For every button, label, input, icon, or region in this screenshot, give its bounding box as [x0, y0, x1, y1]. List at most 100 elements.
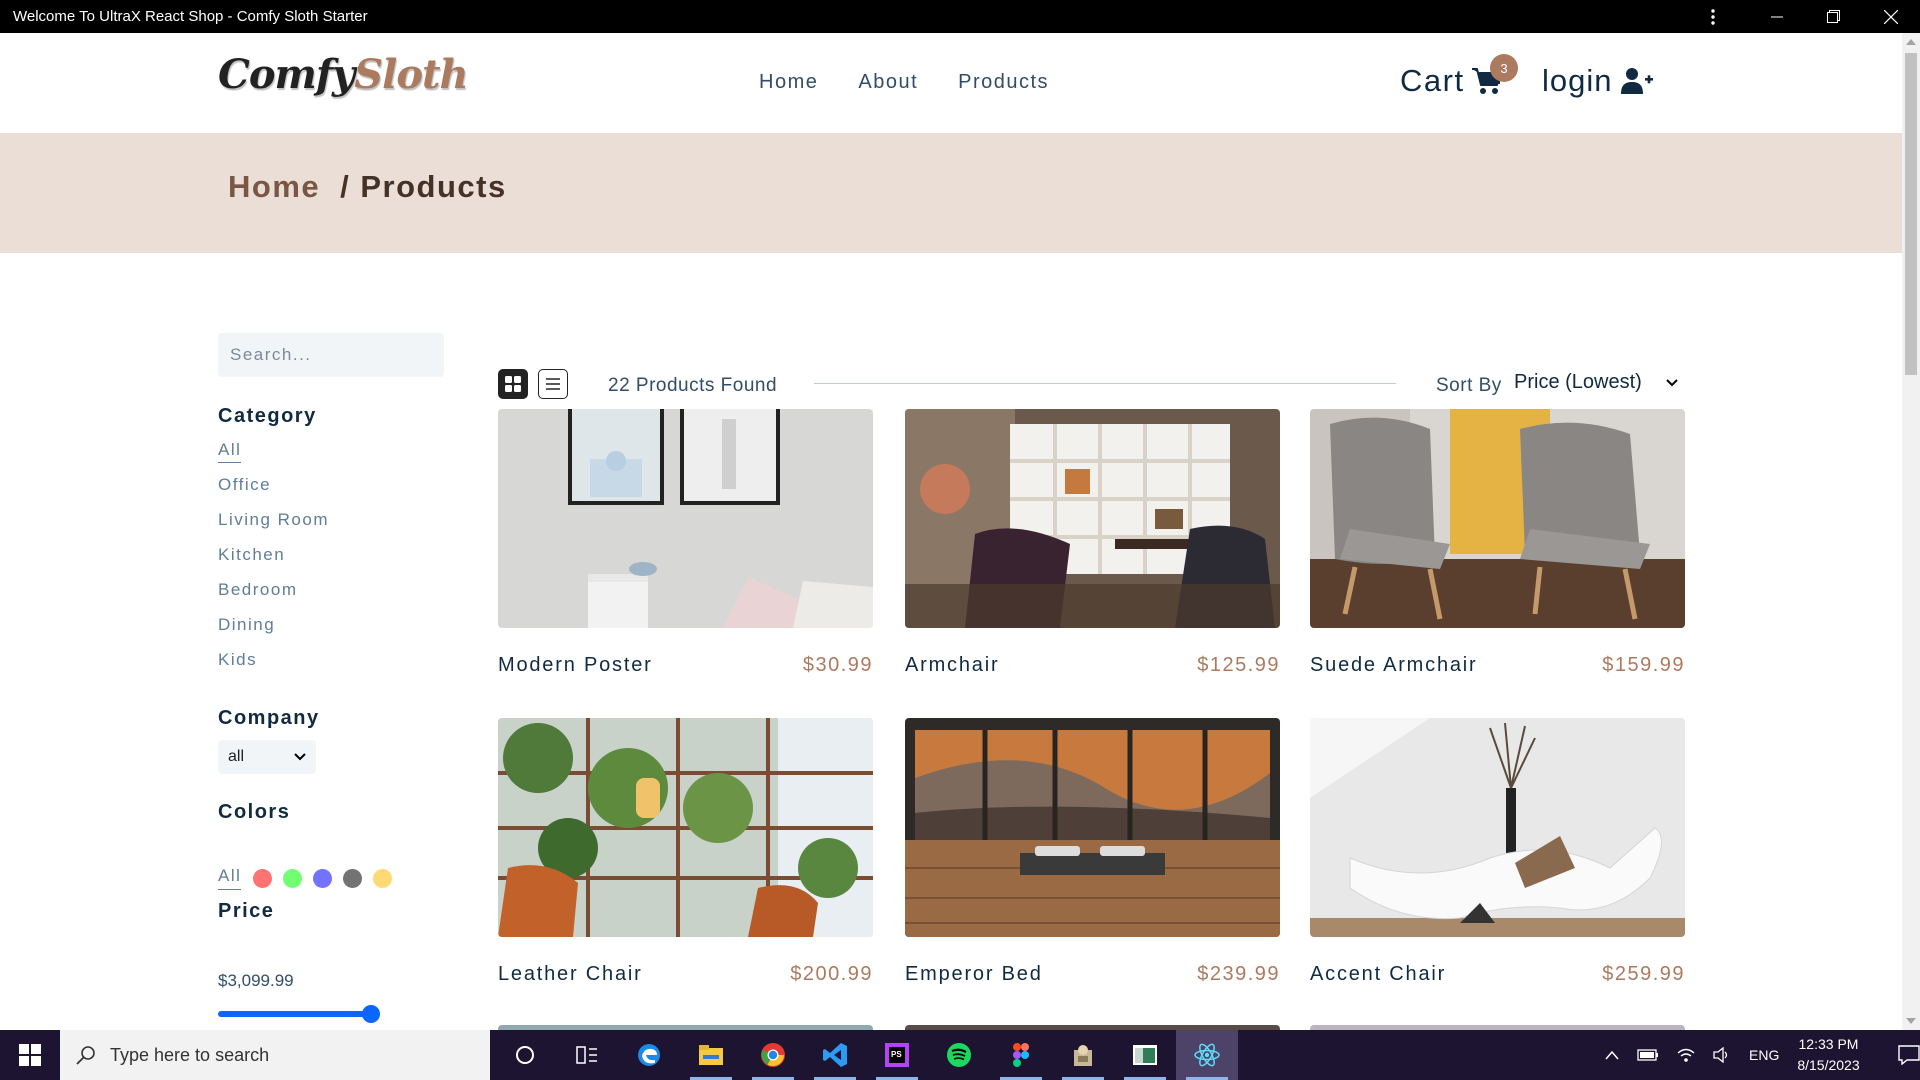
- restore-icon[interactable]: [1810, 0, 1856, 33]
- nav-link-products[interactable]: Products: [958, 71, 1049, 94]
- sort-select[interactable]: Price (Lowest): [1514, 371, 1678, 394]
- battery-icon[interactable]: [1637, 1048, 1659, 1062]
- color-swatch-yellow[interactable]: [373, 868, 393, 888]
- user-plus-icon: [1620, 67, 1653, 95]
- react-icon[interactable]: [1176, 1030, 1238, 1080]
- phpstorm-icon[interactable]: PS: [866, 1030, 928, 1080]
- terminal-icon[interactable]: [1114, 1030, 1176, 1080]
- language-indicator[interactable]: ENG: [1749, 1047, 1779, 1063]
- page-hero: Home / Products: [0, 133, 1902, 253]
- category-kids[interactable]: Kids: [218, 649, 329, 684]
- color-swatch-green[interactable]: [283, 868, 303, 888]
- cart-label: Cart: [1400, 63, 1465, 98]
- app-icon[interactable]: [1052, 1030, 1114, 1080]
- clock-time: 12:33 PM: [1798, 1036, 1859, 1052]
- product-card[interactable]: Leather Chair $200.99: [498, 718, 873, 986]
- sort-label: Sort By: [1436, 375, 1502, 396]
- color-filter: All: [218, 866, 403, 890]
- vscode-icon[interactable]: [804, 1030, 866, 1080]
- cortana-icon[interactable]: [494, 1030, 556, 1080]
- taskbar-search-placeholder: Type here to search: [110, 1044, 270, 1065]
- app-viewport: ComfySloth Home About Products Cart 3 lo…: [0, 33, 1920, 1030]
- logo-part2: Sloth: [354, 51, 468, 98]
- edge-icon[interactable]: [618, 1030, 680, 1080]
- scroll-up-icon[interactable]: [1906, 39, 1916, 45]
- category-label: All: [218, 440, 242, 463]
- company-heading: Company: [218, 707, 320, 729]
- product-price: $159.99: [1602, 654, 1685, 676]
- price-value: $3,099.99: [218, 971, 294, 990]
- color-swatch-black[interactable]: [343, 868, 363, 888]
- product-image[interactable]: [905, 409, 1280, 628]
- product-price: $200.99: [790, 963, 873, 985]
- taskbar-search[interactable]: Type here to search: [60, 1030, 490, 1080]
- chevron-up-icon[interactable]: [1605, 1050, 1619, 1060]
- volume-icon[interactable]: [1713, 1047, 1731, 1063]
- window-titlebar: Welcome To UltraX React Shop - Comfy Slo…: [0, 0, 1920, 33]
- product-card[interactable]: Modern Poster $30.99: [498, 409, 873, 677]
- category-dining[interactable]: Dining: [218, 614, 329, 649]
- price-slider[interactable]: [218, 1005, 380, 1023]
- windows-icon: [19, 1044, 41, 1066]
- system-tray: ENG 12:33 PM 8/15/2023: [1605, 1030, 1920, 1080]
- color-swatch-red[interactable]: [253, 868, 273, 888]
- product-name: Suede Armchair: [1310, 654, 1478, 676]
- breadcrumb-home[interactable]: Home: [228, 169, 320, 205]
- product-card[interactable]: Suede Armchair $159.99: [1310, 409, 1685, 677]
- file-explorer-icon[interactable]: [680, 1030, 742, 1080]
- scrollbar-thumb[interactable]: [1905, 53, 1917, 375]
- product-card[interactable]: Accent Chair $259.99: [1310, 718, 1685, 986]
- login-label: login: [1542, 63, 1613, 98]
- clock[interactable]: 12:33 PM 8/15/2023: [1797, 1034, 1859, 1076]
- login-button[interactable]: login: [1542, 63, 1653, 99]
- sort-divider: [814, 383, 1396, 384]
- spotify-icon[interactable]: [928, 1030, 990, 1080]
- wifi-icon[interactable]: [1677, 1047, 1695, 1063]
- chrome-icon[interactable]: [742, 1030, 804, 1080]
- company-select[interactable]: all: [218, 740, 316, 774]
- price-slider-thumb[interactable]: [362, 1005, 380, 1023]
- logo[interactable]: ComfySloth: [218, 51, 469, 98]
- color-all[interactable]: All: [218, 866, 242, 890]
- nav-link-home[interactable]: Home: [759, 71, 818, 94]
- task-view-icon[interactable]: [556, 1030, 618, 1080]
- product-image[interactable]: [498, 409, 873, 628]
- products-count: 22 Products Found: [608, 375, 778, 396]
- notifications-icon[interactable]: [1897, 1045, 1920, 1065]
- product-card[interactable]: Armchair $125.99: [905, 409, 1280, 677]
- category-office[interactable]: Office: [218, 474, 329, 509]
- colors-heading: Colors: [218, 801, 291, 823]
- list-view-button[interactable]: [538, 369, 568, 399]
- cart-count-badge: 3: [1490, 54, 1518, 82]
- window-title: Welcome To UltraX React Shop - Comfy Slo…: [13, 8, 368, 25]
- minimize-icon[interactable]: [1754, 0, 1800, 33]
- clock-date: 8/15/2023: [1797, 1057, 1860, 1073]
- grid-view-button[interactable]: [498, 369, 528, 399]
- close-icon[interactable]: [1868, 0, 1914, 33]
- product-image[interactable]: [498, 718, 873, 937]
- navbar: ComfySloth Home About Products Cart 3 lo…: [0, 33, 1902, 133]
- price-slider-track: [218, 1011, 380, 1017]
- category-living-room[interactable]: Living Room: [218, 509, 329, 544]
- chevron-down-icon: [1666, 378, 1678, 386]
- figma-icon[interactable]: [990, 1030, 1052, 1080]
- windows-taskbar: Type here to search PS ENG 12:33 PM 8/15…: [0, 1030, 1920, 1080]
- more-options-icon[interactable]: [1690, 0, 1736, 33]
- scroll-down-icon[interactable]: [1906, 1018, 1916, 1024]
- product-image[interactable]: [1310, 409, 1685, 628]
- category-kitchen[interactable]: Kitchen: [218, 544, 329, 579]
- category-heading: Category: [218, 405, 317, 427]
- category-all[interactable]: All: [218, 439, 329, 474]
- product-image[interactable]: [905, 718, 1280, 937]
- taskbar-apps: PS: [494, 1030, 1238, 1080]
- logo-part1: Comfy: [218, 51, 355, 98]
- page-scrollbar[interactable]: [1902, 33, 1920, 1030]
- product-card[interactable]: Emperor Bed $239.99: [905, 718, 1280, 986]
- category-bedroom[interactable]: Bedroom: [218, 579, 329, 614]
- nav-link-about[interactable]: About: [858, 71, 918, 94]
- search-input[interactable]: [218, 333, 444, 377]
- start-button[interactable]: [0, 1030, 60, 1080]
- product-image[interactable]: [1310, 718, 1685, 937]
- color-swatch-blue[interactable]: [313, 868, 333, 888]
- cart-button[interactable]: Cart: [1400, 63, 1503, 99]
